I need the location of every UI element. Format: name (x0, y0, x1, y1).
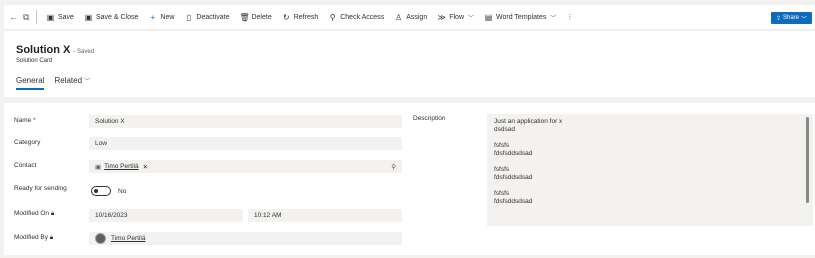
tab-related[interactable]: Related ﹀ (54, 76, 90, 90)
name-field[interactable]: Solution X (89, 115, 402, 128)
chevron-down-icon: ﹀ (468, 15, 475, 22)
save-icon: ▣ (46, 12, 55, 22)
save-button[interactable]: ▣ Save (41, 5, 79, 30)
description-paragraph: fsfsfs fdsfsddsdsad (494, 166, 533, 181)
title-row: Solution X - Saved (16, 44, 94, 56)
modified-time-field: 10:12 AM (248, 209, 402, 222)
deactivate-button[interactable]: ▯ Deactivate (179, 5, 234, 30)
category-field[interactable]: Low (89, 137, 402, 150)
general-form-card: Name * Solution X Category Low Contact ▣… (4, 103, 815, 255)
flow-icon: ≫ (437, 12, 446, 22)
delete-button[interactable]: 🗑 Delete (234, 5, 276, 30)
description-label: Description (413, 115, 446, 122)
lock-icon: 🔒︎ (50, 210, 55, 217)
share-icon: ⇪ (775, 15, 781, 22)
tab-general[interactable]: General (16, 76, 45, 90)
chevron-down-icon: ﹀ (550, 15, 557, 22)
ready-for-sending-toggle[interactable] (91, 186, 111, 196)
modified-date-field: 10/16/2023 (89, 209, 243, 222)
more-commands-icon[interactable]: ⋮ (561, 5, 578, 30)
avatar (95, 233, 106, 244)
trash-icon: 🗑 (239, 12, 250, 22)
record-header: Solution X - Saved Solution Card General… (4, 31, 815, 97)
word-templates-button[interactable]: ▤ Word Templates ﹀ (479, 5, 561, 30)
contact-label: Contact (14, 162, 37, 169)
assign-button[interactable]: ♙ Assign (389, 5, 432, 30)
command-bar: ← ⧉ ▣ Save ▣ Save & Close + New ▯ Deactivate… (4, 5, 815, 30)
contact-card-icon: ▣ (95, 163, 102, 171)
toggle-state-text: No (118, 188, 127, 195)
toolbar-divider (36, 10, 37, 24)
tab-list: General Related ﹀ (16, 76, 100, 90)
check-access-button[interactable]: ⚲ Check Access (323, 5, 389, 30)
save-and-close-button[interactable]: ▣ Save & Close (79, 5, 143, 30)
modified-by-field: Timo Pertilä (89, 232, 402, 245)
check-access-icon: ⚲ (329, 12, 336, 22)
description-paragraph: Just an application for x dsdsad (494, 118, 563, 133)
description-paragraph: fsfsfs fdsfsddsdsad (494, 190, 533, 205)
modified-on-label: Modified On 🔒︎ (14, 210, 55, 217)
save-close-icon: ▣ (84, 12, 93, 22)
record-title: Solution X (16, 44, 71, 56)
contact-link[interactable]: Timo Pertilä (104, 163, 138, 170)
chevron-down-icon: ﹀ (801, 16, 808, 23)
refresh-button[interactable]: ↻ Refresh (277, 5, 324, 30)
name-label: Name * (14, 117, 36, 124)
scrollbar[interactable] (806, 117, 809, 203)
refresh-icon: ↻ (282, 12, 290, 22)
flow-button[interactable]: ≫ Flow ﹀ (432, 5, 479, 30)
open-in-new-window-icon[interactable]: ⧉ (18, 5, 32, 30)
modified-by-link[interactable]: Timo Pertilä (111, 235, 145, 242)
document-icon: ▯ (186, 12, 192, 22)
new-button[interactable]: + New (143, 5, 179, 30)
entity-name: Solution Card (16, 58, 53, 64)
chevron-down-icon: ﹀ (84, 79, 91, 85)
person-icon: ♙ (395, 12, 403, 22)
description-textarea[interactable]: Just an application for x dsdsad fsfsfs … (487, 114, 813, 226)
back-arrow-icon[interactable]: ← (4, 5, 18, 30)
save-status: - Saved (73, 49, 95, 55)
contact-lookup-field[interactable]: ▣ Timo Pertilä ✕ ⚲ (89, 160, 402, 173)
category-label: Category (14, 139, 41, 146)
description-paragraph: fsfsfs fdsfsddsdsad (494, 142, 533, 157)
required-marker: * (33, 117, 36, 124)
plus-icon: + (150, 12, 156, 22)
lock-icon: 🔒︎ (49, 234, 54, 241)
share-button[interactable]: ⇪ Share ﹀ (771, 12, 812, 24)
modified-by-label: Modified By 🔒︎ (14, 234, 54, 241)
search-icon[interactable]: ⚲ (391, 163, 396, 171)
ready-for-sending-label: Ready for sending (14, 185, 67, 192)
word-icon: ▤ (484, 12, 493, 22)
remove-icon[interactable]: ✕ (143, 163, 148, 171)
